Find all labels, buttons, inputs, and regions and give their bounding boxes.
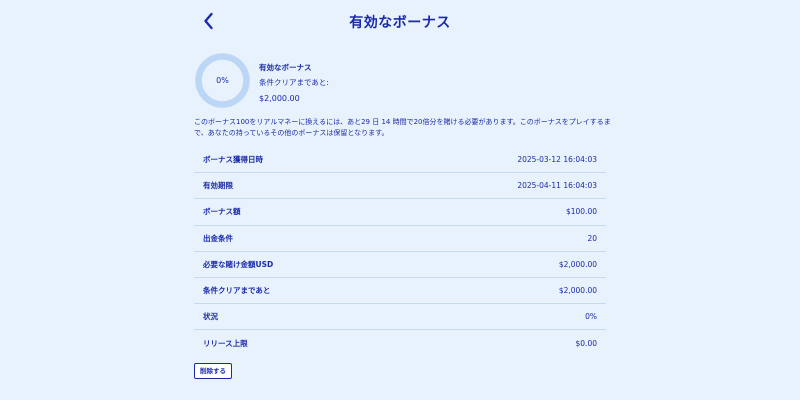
detail-value: $2,000.00	[558, 259, 597, 269]
detail-label: ボーナス額	[203, 207, 241, 217]
detail-value: 20	[587, 233, 597, 243]
bonus-summary: 0% 有効なボーナス 条件クリアまであと: $2,000.00	[194, 52, 606, 110]
summary-title: 有効なボーナス	[259, 63, 312, 72]
detail-value: 2025-03-12 16:04:03	[517, 155, 597, 165]
detail-row-bonus-amount: ボーナス額 $100.00	[194, 199, 606, 226]
detail-value: $100.00	[565, 207, 597, 217]
detail-label: ボーナス獲得日時	[203, 155, 263, 165]
detail-row-required-wager: 必要な賭け金額USD $2,000.00	[194, 252, 606, 278]
detail-label: リリース上限	[203, 338, 248, 348]
bonus-description: このボーナス100をリアルマネーに換えるには、あと29 日 14 時間で20倍分…	[194, 118, 611, 137]
summary-subtitle: 条件クリアまであと:	[259, 78, 329, 87]
detail-row-remaining: 条件クリアまであと $2,000.00	[194, 278, 606, 305]
detail-label: 状況	[203, 312, 218, 322]
detail-value: $2,000.00	[558, 286, 597, 296]
detail-row-expiry: 有効期限 2025-04-11 16:04:03	[194, 173, 606, 200]
detail-label: 有効期限	[203, 181, 233, 191]
detail-label: 条件クリアまであと	[203, 286, 271, 296]
detail-value: $0.00	[575, 338, 597, 348]
header: 有効なボーナス	[194, 0, 606, 42]
delete-button[interactable]: 削除する	[194, 363, 232, 379]
bonus-page: 有効なボーナス 0% 有効なボーナス 条件クリアまであと: $2,000.00 …	[0, 0, 800, 400]
detail-row-acquired-at: ボーナス獲得日時 2025-03-12 16:04:03	[194, 147, 606, 174]
page-title: 有効なボーナス	[349, 15, 451, 31]
detail-value: 2025-04-11 16:04:03	[517, 181, 597, 191]
summary-amount: $2,000.00	[259, 94, 300, 103]
progress-percent: 0%	[216, 76, 229, 85]
detail-row-wagering-multiplier: 出金条件 20	[194, 226, 606, 252]
summary-text: 有効なボーナス 条件クリアまであと: $2,000.00	[259, 60, 329, 106]
detail-label: 必要な賭け金額USD	[203, 259, 274, 269]
detail-value: 0%	[585, 312, 597, 322]
details-table: ボーナス獲得日時 2025-03-12 16:04:03 有効期限 2025-0…	[194, 147, 606, 357]
detail-row-release-limit: リリース上限 $0.00	[194, 330, 606, 356]
detail-label: 出金条件	[203, 233, 233, 243]
detail-row-status: 状況 0%	[194, 304, 606, 331]
